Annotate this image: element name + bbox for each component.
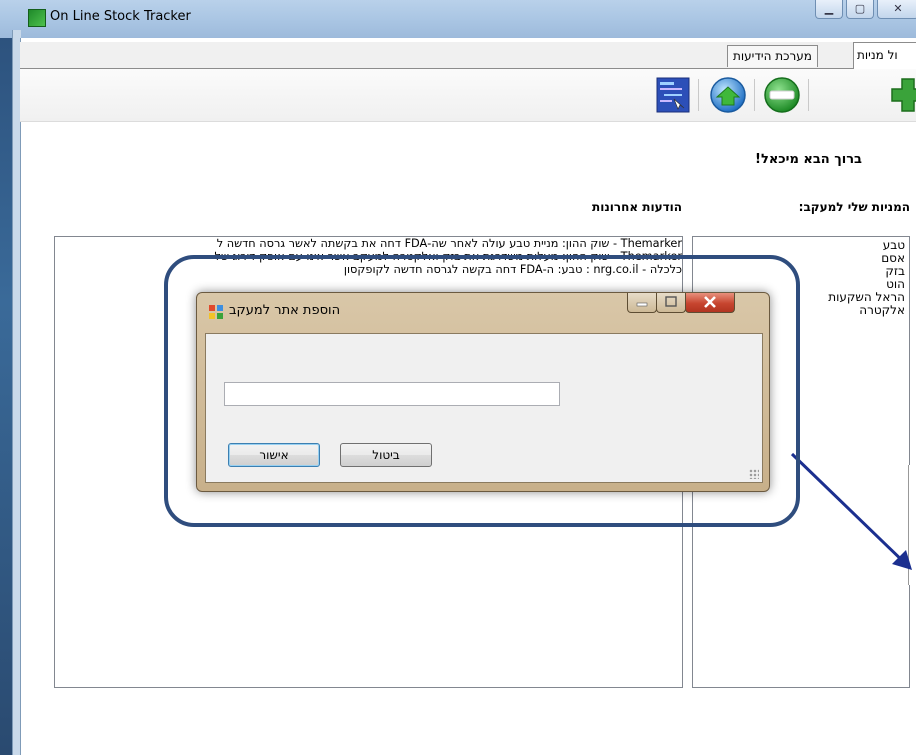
maximize-button[interactable]: ▢ xyxy=(846,0,874,19)
minimize-button[interactable]: ▁ xyxy=(815,0,843,19)
dialog-title: הוספת אתר למעקב xyxy=(229,303,341,318)
desktop-background xyxy=(0,0,12,755)
add-icon[interactable] xyxy=(888,75,916,115)
title-bar[interactable]: On Line Stock Tracker ▁ ▢ ✕ xyxy=(0,0,916,38)
window-title: On Line Stock Tracker xyxy=(50,9,191,24)
tab-label: מערכת הידיעות xyxy=(733,49,812,63)
toolbar-separator xyxy=(698,79,699,111)
toolbar-separator xyxy=(754,79,755,111)
dialog-client-area: אישור ביטול xyxy=(205,333,763,483)
cancel-button[interactable]: ביטול xyxy=(340,443,432,467)
dialog-app-icon xyxy=(209,305,223,319)
tab-news-system[interactable]: מערכת הידיעות xyxy=(727,45,818,67)
latest-news-label: הודעות אחרונות xyxy=(592,200,682,214)
tab-stock-management[interactable]: ול מניות xyxy=(853,42,916,69)
stock-item[interactable]: טבע xyxy=(693,239,909,252)
refresh-globe-icon[interactable] xyxy=(708,75,748,115)
close-icon xyxy=(704,296,716,308)
my-stocks-label: המניות שלי למעקב: xyxy=(798,200,910,214)
dialog-maximize-button[interactable] xyxy=(656,293,686,313)
maximize-icon xyxy=(665,296,677,307)
report-image-icon[interactable] xyxy=(656,77,690,113)
app-icon xyxy=(28,9,46,27)
minimize-icon: ▁ xyxy=(824,2,834,15)
dialog-minimize-button[interactable] xyxy=(627,293,657,313)
dialog-close-button[interactable] xyxy=(685,293,735,313)
ok-button[interactable]: אישור xyxy=(228,443,320,467)
close-icon: ✕ xyxy=(893,2,903,15)
tab-label: ול מניות xyxy=(857,48,898,62)
toolbar xyxy=(20,69,916,122)
close-button[interactable]: ✕ xyxy=(877,0,916,19)
maximize-icon: ▢ xyxy=(854,2,866,15)
remove-icon[interactable] xyxy=(762,75,802,115)
site-url-input[interactable] xyxy=(224,382,560,406)
toolbar-separator xyxy=(808,79,809,111)
add-site-dialog[interactable]: הוספת אתר למעקב אישור ביטול xyxy=(196,292,770,492)
annotation-arrow xyxy=(790,452,912,570)
news-item[interactable]: Themarker - שוק ההון: מניית טבע עולה לאח… xyxy=(55,237,682,250)
minimize-icon xyxy=(636,302,648,307)
resize-grip[interactable] xyxy=(749,469,759,479)
welcome-message: ברוך הבא מיכאל! xyxy=(755,152,862,167)
